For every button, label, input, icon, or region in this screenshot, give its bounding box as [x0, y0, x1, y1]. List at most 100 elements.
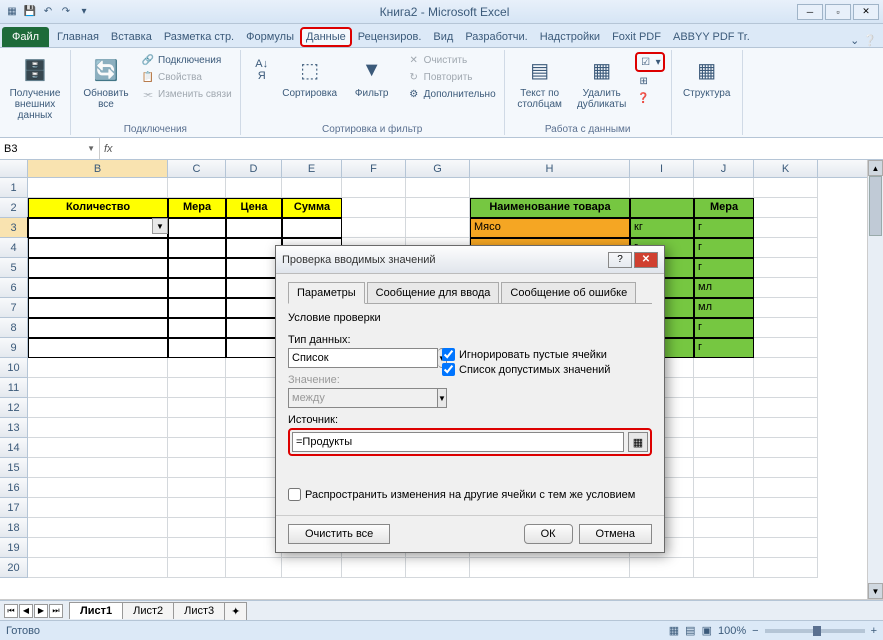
undo-icon[interactable]: ↶ [40, 4, 56, 20]
tab-insert[interactable]: Вставка [105, 27, 158, 47]
row-header-20[interactable]: 20 [0, 558, 28, 578]
cell-C7[interactable] [168, 298, 226, 318]
row-header-2[interactable]: 2 [0, 198, 28, 218]
whatif-button[interactable]: ❓ [635, 90, 665, 106]
name-box-dropdown-icon[interactable]: ▼ [87, 144, 95, 153]
cell-K17[interactable] [754, 498, 818, 518]
cell-D7[interactable] [226, 298, 282, 318]
structure-button[interactable]: ▦ Структура [678, 52, 736, 101]
formula-area[interactable]: fx [100, 138, 883, 159]
propagate-checkbox[interactable]: Распространить изменения на другие ячейк… [288, 488, 652, 501]
col-header-F[interactable]: F [342, 160, 406, 177]
col-header-G[interactable]: G [406, 160, 470, 177]
cell-D13[interactable] [226, 418, 282, 438]
cell-J15[interactable] [694, 458, 754, 478]
zoom-out-icon[interactable]: − [752, 625, 758, 637]
sheet-next-icon[interactable]: ▶ [34, 604, 48, 618]
sheet-tab-1[interactable]: Лист1 [69, 602, 123, 619]
source-input[interactable] [292, 432, 624, 452]
cell-B4[interactable] [28, 238, 168, 258]
cell-K11[interactable] [754, 378, 818, 398]
cell-C19[interactable] [168, 538, 226, 558]
new-sheet-button[interactable]: ✦ [224, 602, 247, 620]
col-header-K[interactable]: K [754, 160, 818, 177]
cell-K3[interactable] [754, 218, 818, 238]
cell-D17[interactable] [226, 498, 282, 518]
cell-B2[interactable]: Количество [28, 198, 168, 218]
cell-B6[interactable] [28, 278, 168, 298]
col-header-D[interactable]: D [226, 160, 282, 177]
tab-developer[interactable]: Разработчи. [459, 27, 533, 47]
tab-foxit[interactable]: Foxit PDF [606, 27, 667, 47]
cell-C11[interactable] [168, 378, 226, 398]
dialog-titlebar[interactable]: Проверка вводимых значений ? ✕ [276, 246, 664, 274]
incell-dropdown-checkbox[interactable]: Список допустимых значений [442, 363, 652, 376]
cell-J2[interactable]: Мера [694, 198, 754, 218]
cell-B9[interactable] [28, 338, 168, 358]
consolidate-button[interactable]: ⊞ [635, 73, 665, 89]
sheet-prev-icon[interactable]: ◀ [19, 604, 33, 618]
cell-J18[interactable] [694, 518, 754, 538]
cell-C4[interactable] [168, 238, 226, 258]
clear-all-button[interactable]: Очистить все [288, 524, 390, 544]
help-icon[interactable]: ❔ [863, 34, 877, 47]
cell-B8[interactable] [28, 318, 168, 338]
cell-I1[interactable] [630, 178, 694, 198]
row-header-4[interactable]: 4 [0, 238, 28, 258]
cell-D3[interactable] [226, 218, 282, 238]
cell-G20[interactable] [406, 558, 470, 578]
row-header-10[interactable]: 10 [0, 358, 28, 378]
cell-E2[interactable]: Сумма [282, 198, 342, 218]
tab-data[interactable]: Данные [300, 27, 352, 47]
cell-B17[interactable] [28, 498, 168, 518]
save-icon[interactable]: 💾 [22, 4, 38, 20]
cell-B3[interactable] [28, 218, 168, 238]
cell-J19[interactable] [694, 538, 754, 558]
col-header-H[interactable]: H [470, 160, 630, 177]
cell-J1[interactable] [694, 178, 754, 198]
sheet-tab-3[interactable]: Лист3 [173, 602, 225, 619]
cell-D19[interactable] [226, 538, 282, 558]
cell-B5[interactable] [28, 258, 168, 278]
cell-G2[interactable] [406, 198, 470, 218]
tab-formulas[interactable]: Формулы [240, 27, 300, 47]
dialog-tab-params[interactable]: Параметры [288, 282, 365, 304]
cell-B1[interactable] [28, 178, 168, 198]
cell-F20[interactable] [342, 558, 406, 578]
cell-D9[interactable] [226, 338, 282, 358]
cell-C18[interactable] [168, 518, 226, 538]
cell-K7[interactable] [754, 298, 818, 318]
dialog-close-button[interactable]: ✕ [634, 252, 658, 268]
dialog-help-button[interactable]: ? [608, 252, 632, 268]
cell-J5[interactable]: г [694, 258, 754, 278]
select-all-corner[interactable] [0, 160, 28, 177]
cell-K14[interactable] [754, 438, 818, 458]
fx-icon[interactable]: fx [104, 143, 113, 155]
row-header-13[interactable]: 13 [0, 418, 28, 438]
col-header-J[interactable]: J [694, 160, 754, 177]
col-header-C[interactable]: C [168, 160, 226, 177]
cell-H1[interactable] [470, 178, 630, 198]
cell-I3[interactable]: кг [630, 218, 694, 238]
cell-E3[interactable] [282, 218, 342, 238]
cell-B13[interactable] [28, 418, 168, 438]
cell-B14[interactable] [28, 438, 168, 458]
type-combo[interactable]: ▼ [288, 348, 418, 368]
cell-G1[interactable] [406, 178, 470, 198]
cell-E1[interactable] [282, 178, 342, 198]
cell-K9[interactable] [754, 338, 818, 358]
cell-H20[interactable] [470, 558, 630, 578]
cell-B15[interactable] [28, 458, 168, 478]
file-tab[interactable]: Файл [2, 27, 49, 47]
cell-B18[interactable] [28, 518, 168, 538]
cell-B7[interactable] [28, 298, 168, 318]
advanced-filter-button[interactable]: ⚙Дополнительно [405, 86, 498, 102]
cell-G3[interactable] [406, 218, 470, 238]
cell-K19[interactable] [754, 538, 818, 558]
scroll-thumb[interactable] [869, 176, 882, 236]
remove-duplicates-button[interactable]: ▦ Удалить дубликаты [573, 52, 631, 112]
cell-K10[interactable] [754, 358, 818, 378]
cell-K20[interactable] [754, 558, 818, 578]
col-header-I[interactable]: I [630, 160, 694, 177]
cell-B16[interactable] [28, 478, 168, 498]
